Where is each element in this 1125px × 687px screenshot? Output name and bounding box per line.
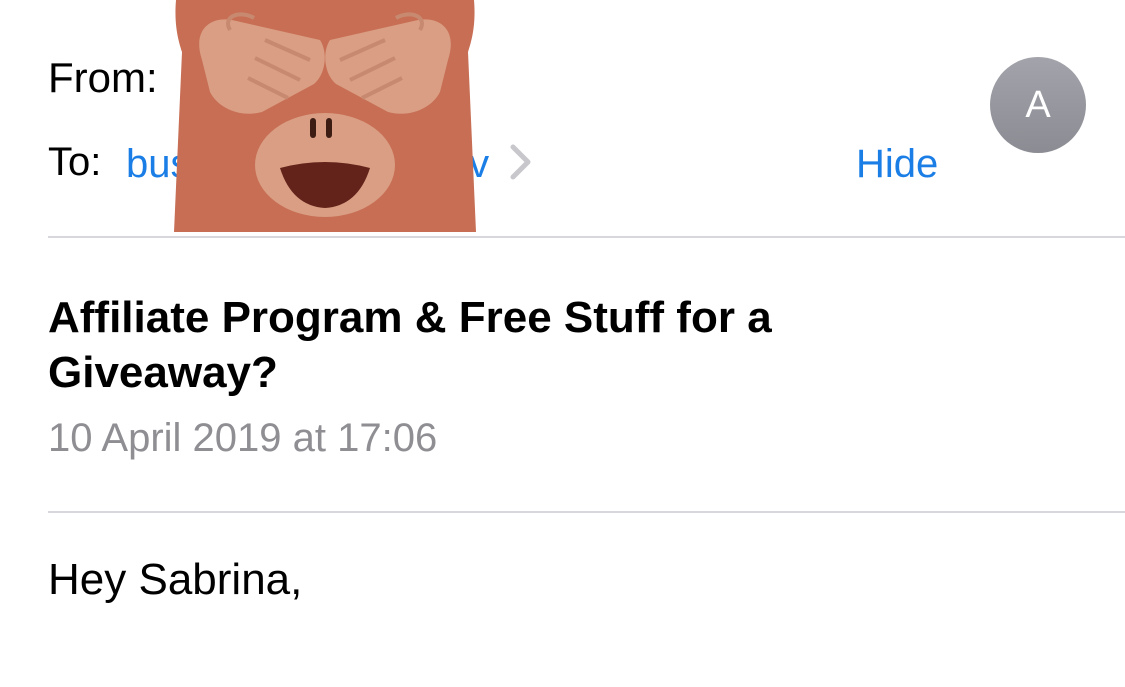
subject-divider [48, 511, 1125, 513]
email-date: 10 April 2019 at 17:06 [48, 416, 438, 460]
chevron-right-icon[interactable] [508, 142, 534, 187]
avatar[interactable]: A [990, 57, 1086, 153]
see-no-evil-monkey-icon [170, 0, 480, 237]
header-divider [48, 236, 1125, 238]
hide-button[interactable]: Hide [856, 142, 938, 187]
from-label: From: [48, 54, 158, 101]
avatar-initial: A [1025, 83, 1051, 126]
email-body-greeting: Hey Sabrina, [48, 555, 303, 604]
email-subject: Affiliate Program & Free Stuff for a Giv… [48, 293, 772, 397]
to-label: To: [48, 140, 102, 184]
